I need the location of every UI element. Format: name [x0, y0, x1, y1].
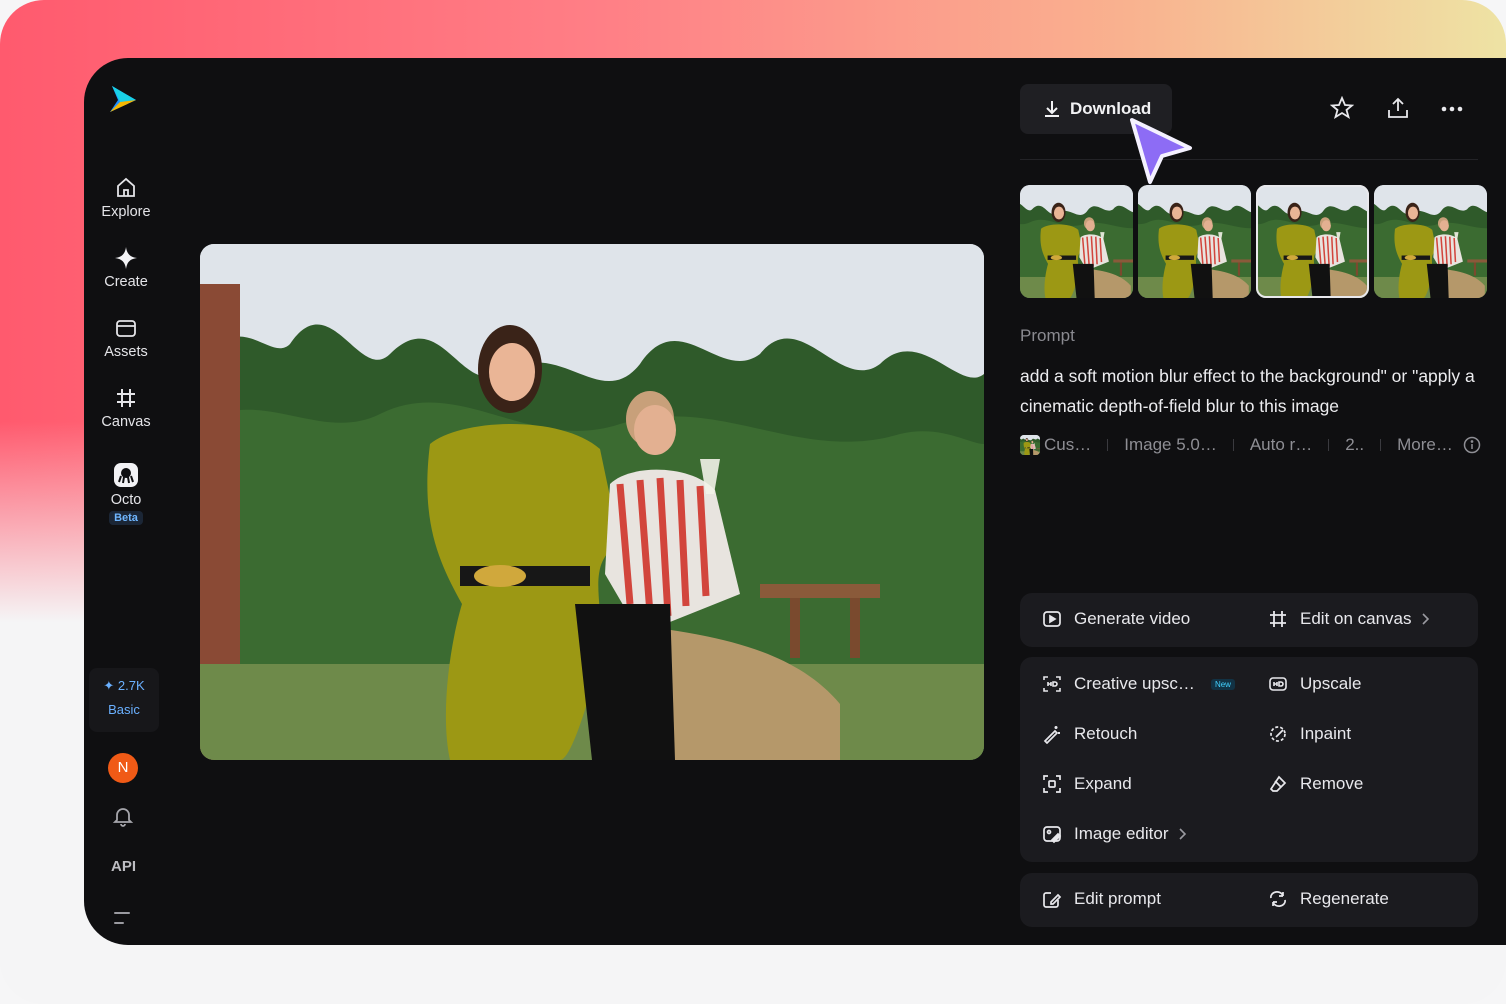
edit-on-canvas-label: Edit on canvas	[1300, 609, 1412, 628]
meta-separator	[1328, 439, 1330, 451]
chevron-right-icon	[1421, 613, 1429, 625]
new-badge: New	[1210, 678, 1235, 690]
play-icon	[1043, 611, 1061, 627]
edit-prompt-button[interactable]: Edit prompt	[1042, 889, 1161, 909]
thumbnail-selected[interactable]	[1256, 185, 1369, 298]
more-button[interactable]	[1440, 102, 1464, 120]
refresh-icon	[1270, 891, 1286, 907]
upscale-hd-icon	[1043, 676, 1061, 692]
meta-ratio[interactable]: Auto r…	[1250, 435, 1312, 455]
generation-meta: Cus… Image 5.0… Auto r… 2.. More…	[1020, 432, 1490, 458]
regenerate-button[interactable]: Regenerate	[1268, 889, 1389, 909]
nav-assets-label: Assets	[104, 344, 148, 360]
menu-icon	[114, 912, 130, 924]
remove-label: Remove	[1300, 774, 1364, 793]
regenerate-label: Regenerate	[1300, 889, 1389, 908]
canvas-icon	[117, 389, 135, 407]
share-icon	[1388, 97, 1408, 118]
image-editor-button[interactable]: Image editor	[1042, 824, 1187, 844]
edit-tools-panel: Creative upsc… New Upscale Retouch Inpai…	[1020, 657, 1478, 862]
plan-label: Basic	[108, 702, 140, 717]
meta-separator	[1380, 439, 1382, 451]
header-divider	[1020, 159, 1478, 160]
generate-video-button[interactable]: Generate video	[1042, 609, 1190, 629]
creative-upscale-button[interactable]: Creative upsc… New	[1042, 674, 1235, 694]
meta-count[interactable]: 2..	[1345, 435, 1364, 455]
edit-prompt-label: Edit prompt	[1074, 889, 1161, 908]
home-icon	[117, 177, 135, 197]
meta-separator	[1232, 439, 1234, 451]
style-thumbnail	[1020, 435, 1040, 455]
remove-button[interactable]: Remove	[1268, 774, 1363, 794]
eraser-icon	[1269, 775, 1287, 792]
nav-canvas-label: Canvas	[101, 414, 151, 430]
meta-style[interactable]: Cus…	[1044, 435, 1091, 455]
avatar[interactable]: N	[108, 753, 138, 783]
inpaint-label: Inpaint	[1300, 724, 1352, 743]
upscale-button[interactable]: Upscale	[1268, 674, 1361, 694]
credits-amount: ✦ 2.7K	[103, 678, 145, 693]
bell-icon	[112, 808, 134, 827]
image-editor-label: Image editor	[1074, 824, 1169, 843]
nav-create-label: Create	[104, 274, 148, 290]
edit-on-canvas-button[interactable]: Edit on canvas	[1268, 609, 1430, 629]
info-icon[interactable]	[1463, 436, 1481, 454]
edit-icon	[1043, 892, 1062, 908]
folder-icon	[116, 320, 136, 337]
more-dots-icon	[1441, 106, 1463, 112]
nav-create[interactable]: Create	[86, 246, 166, 290]
favorite-button[interactable]	[1329, 95, 1355, 125]
nav-octo[interactable]: Octo Beta	[86, 462, 166, 526]
prompt-text: add a soft motion blur effect to the bac…	[1020, 366, 1475, 416]
meta-model[interactable]: Image 5.0…	[1124, 435, 1217, 455]
app-window: Explore Create Assets Canvas Octo Beta ✦…	[84, 58, 1506, 945]
sparkle-icon	[115, 247, 137, 269]
nav-explore[interactable]: Explore	[86, 176, 166, 220]
octo-icon	[114, 463, 138, 487]
nav-assets[interactable]: Assets	[86, 316, 166, 360]
chevron-right-icon	[1178, 828, 1186, 840]
beta-badge: Beta	[109, 511, 143, 525]
app-logo[interactable]	[106, 82, 140, 116]
pointer-cursor-icon	[1124, 114, 1196, 193]
expand-button[interactable]: Expand	[1042, 774, 1132, 794]
canvas-icon	[1270, 611, 1286, 627]
inpaint-button[interactable]: Inpaint	[1268, 724, 1351, 744]
inpaint-brush-icon	[1270, 726, 1286, 742]
magic-wand-icon	[1043, 726, 1060, 744]
generate-video-label: Generate video	[1074, 609, 1191, 628]
creative-upscale-label: Creative upsc…	[1074, 674, 1195, 693]
nav-explore-label: Explore	[101, 204, 151, 220]
star-icon	[1329, 95, 1355, 119]
primary-actions-panel: Generate video Edit on canvas	[1020, 593, 1478, 647]
upscale-label: Upscale	[1300, 674, 1362, 693]
retouch-label: Retouch	[1074, 724, 1138, 743]
share-button[interactable]	[1386, 96, 1410, 125]
image-edit-icon	[1043, 826, 1062, 844]
main-image[interactable]	[200, 244, 984, 760]
prompt-actions-panel: Edit prompt Regenerate	[1020, 873, 1478, 927]
hd-icon	[1269, 677, 1287, 691]
api-link[interactable]: API	[111, 858, 136, 875]
nav-octo-label: Octo	[110, 492, 142, 508]
expand-icon	[1043, 775, 1061, 793]
retouch-button[interactable]: Retouch	[1042, 724, 1137, 744]
expand-label: Expand	[1074, 774, 1132, 793]
meta-more[interactable]: More…	[1397, 435, 1453, 455]
meta-separator	[1107, 439, 1109, 451]
notifications-button[interactable]	[112, 805, 134, 832]
thumbnail[interactable]	[1374, 185, 1487, 298]
download-icon	[1045, 101, 1059, 117]
thumbnail[interactable]	[1020, 185, 1133, 298]
nav-canvas[interactable]: Canvas	[86, 386, 166, 430]
prompt-label: Prompt	[1020, 326, 1075, 345]
thumbnail[interactable]	[1138, 185, 1251, 298]
credits-card[interactable]: ✦ 2.7K Basic	[89, 668, 159, 732]
menu-button[interactable]	[114, 910, 132, 931]
